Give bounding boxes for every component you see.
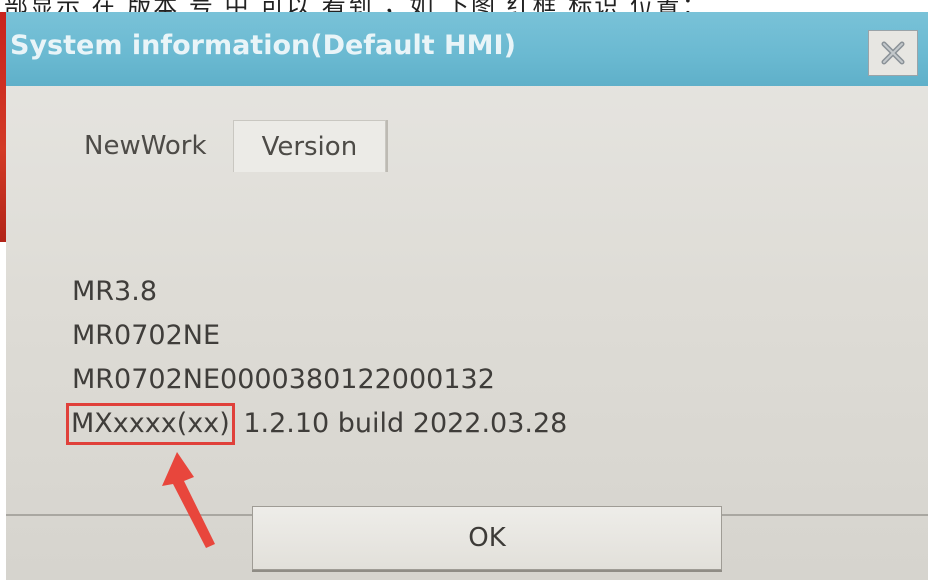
pointer-arrow-icon [162,452,215,548]
